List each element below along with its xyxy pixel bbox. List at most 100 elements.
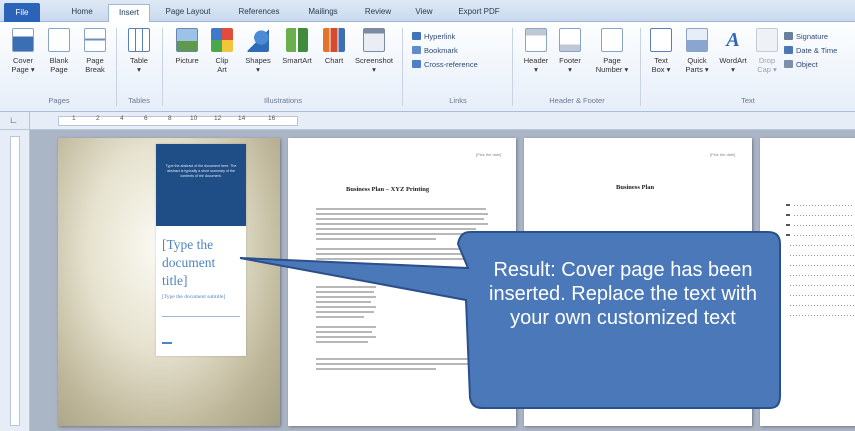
page-number-icon (601, 28, 623, 52)
screenshot-label: Screenshot ▾ (355, 56, 393, 74)
ruler-number: 16 (268, 115, 276, 122)
group-label-text: Text (741, 96, 755, 105)
vertical-ruler[interactable] (0, 130, 30, 431)
page-number-label: Page Number ▾ (595, 56, 629, 74)
toc-entry (794, 215, 854, 216)
cover-page-label: Cover Page ▾ (11, 56, 35, 74)
tab-home[interactable]: Home (62, 4, 102, 22)
text-line (316, 358, 488, 360)
group-separator (640, 28, 641, 106)
date-time-icon (784, 46, 793, 54)
signature-icon (784, 32, 793, 40)
cover-abstract-block[interactable]: Type the abstract of the document here. … (156, 144, 246, 226)
chart-icon (323, 28, 345, 52)
cover-sidebar-card: Type the abstract of the document here. … (156, 144, 246, 356)
picture-icon (176, 28, 198, 52)
cross-reference-icon (412, 60, 421, 68)
clip-art-button[interactable]: Clip Art (208, 28, 236, 74)
page-number-button[interactable]: Page Number ▾ (592, 28, 632, 74)
screenshot-button[interactable]: Screenshot ▾ (352, 28, 396, 74)
date-time-button[interactable]: Date & Time (784, 46, 837, 56)
shapes-button[interactable]: Shapes ▾ (242, 28, 274, 74)
table-button[interactable]: Table ▾ (124, 28, 154, 74)
toc-entry (790, 275, 854, 276)
toc-entry (786, 204, 790, 206)
chart-button[interactable]: Chart (320, 28, 348, 65)
group-separator (162, 28, 163, 106)
text-line (316, 336, 376, 338)
tab-references[interactable]: References (228, 4, 290, 22)
text-line (316, 253, 482, 255)
signature-line-button[interactable]: Signature (784, 32, 828, 42)
cover-page[interactable]: Type the abstract of the document here. … (58, 138, 280, 426)
ruler-number: 14 (238, 115, 246, 122)
tab-export-pdf[interactable]: Export PDF (450, 4, 508, 22)
quick-parts-label: Quick Parts ▾ (685, 56, 709, 74)
hyperlink-button[interactable]: Hyperlink (412, 32, 455, 42)
toc-entry (786, 214, 790, 216)
page-break-button[interactable]: Page Break (80, 28, 110, 74)
callout-text: Result: Cover page has been inserted. Re… (489, 259, 757, 329)
object-button[interactable]: Object (784, 60, 818, 70)
page-date: [Pick the date] (476, 152, 502, 157)
tab-file[interactable]: File (4, 3, 40, 22)
group-separator (512, 28, 513, 106)
vertical-ruler-text-area (10, 136, 20, 426)
header-button[interactable]: Header ▾ (522, 28, 550, 74)
group-label-links: Links (449, 96, 467, 105)
group-separator (402, 28, 403, 106)
tab-selector[interactable]: ∟ (0, 112, 30, 130)
toc-entry (790, 315, 854, 316)
tab-view[interactable]: View (406, 4, 442, 22)
smartart-label: SmartArt (282, 56, 312, 65)
tab-page-layout[interactable]: Page Layout (156, 4, 220, 22)
cover-subtitle-placeholder[interactable]: [Type the document subtitle] (162, 294, 244, 300)
toc-entry (790, 255, 854, 256)
bookmark-button[interactable]: Bookmark (412, 46, 458, 56)
tab-review[interactable]: Review (356, 4, 400, 22)
cover-page-icon (12, 28, 34, 52)
quick-parts-button[interactable]: Quick Parts ▾ (682, 28, 712, 74)
ruler-text-area (58, 116, 298, 126)
toc-entry (794, 225, 854, 226)
text-box-icon (650, 28, 672, 52)
tab-insert[interactable]: Insert (108, 4, 150, 22)
picture-button[interactable]: Picture (170, 28, 204, 65)
table-label: Table ▾ (130, 56, 148, 74)
chart-label: Chart (324, 56, 344, 65)
toc-entry (790, 265, 854, 266)
group-label-illustrations: Illustrations (264, 96, 302, 105)
toc-entry (790, 285, 854, 286)
toc-entry (794, 235, 854, 236)
wordart-button[interactable]: A WordArt ▾ (716, 28, 750, 74)
page-break-icon (84, 28, 106, 52)
cover-title-placeholder[interactable]: [Type the document title] (162, 236, 244, 290)
ruler-number: 1 (72, 115, 76, 122)
text-line (316, 306, 376, 308)
drop-cap-button[interactable]: Drop Cap ▾ (756, 28, 778, 74)
horizontal-ruler[interactable]: 1 2 4 6 8 10 12 14 16 (30, 112, 855, 130)
blank-page-button[interactable]: Blank Page (44, 28, 74, 74)
tab-mailings[interactable]: Mailings (298, 4, 348, 22)
smartart-icon (286, 28, 308, 52)
header-label: Header ▾ (523, 56, 549, 74)
text-line (316, 238, 436, 240)
cross-reference-button[interactable]: Cross-reference (412, 60, 478, 70)
cover-page-button[interactable]: Cover Page ▾ (8, 28, 38, 74)
text-line (316, 341, 368, 343)
text-line (316, 213, 488, 215)
smartart-button[interactable]: SmartArt (278, 28, 316, 65)
shapes-icon (247, 28, 269, 52)
text-line (316, 316, 364, 318)
text-line (316, 363, 486, 365)
ruler-number: 12 (214, 115, 222, 122)
page-heading: Business Plan – XYZ Printing (346, 186, 430, 193)
blank-page-label: Blank Page (49, 56, 69, 74)
ruler-number: 4 (120, 115, 124, 122)
text-line (316, 248, 488, 250)
text-line (316, 331, 372, 333)
footer-button[interactable]: Footer ▾ (556, 28, 584, 74)
text-box-button[interactable]: Text Box ▾ (648, 28, 674, 74)
text-line (316, 301, 371, 303)
footer-icon (559, 28, 581, 52)
